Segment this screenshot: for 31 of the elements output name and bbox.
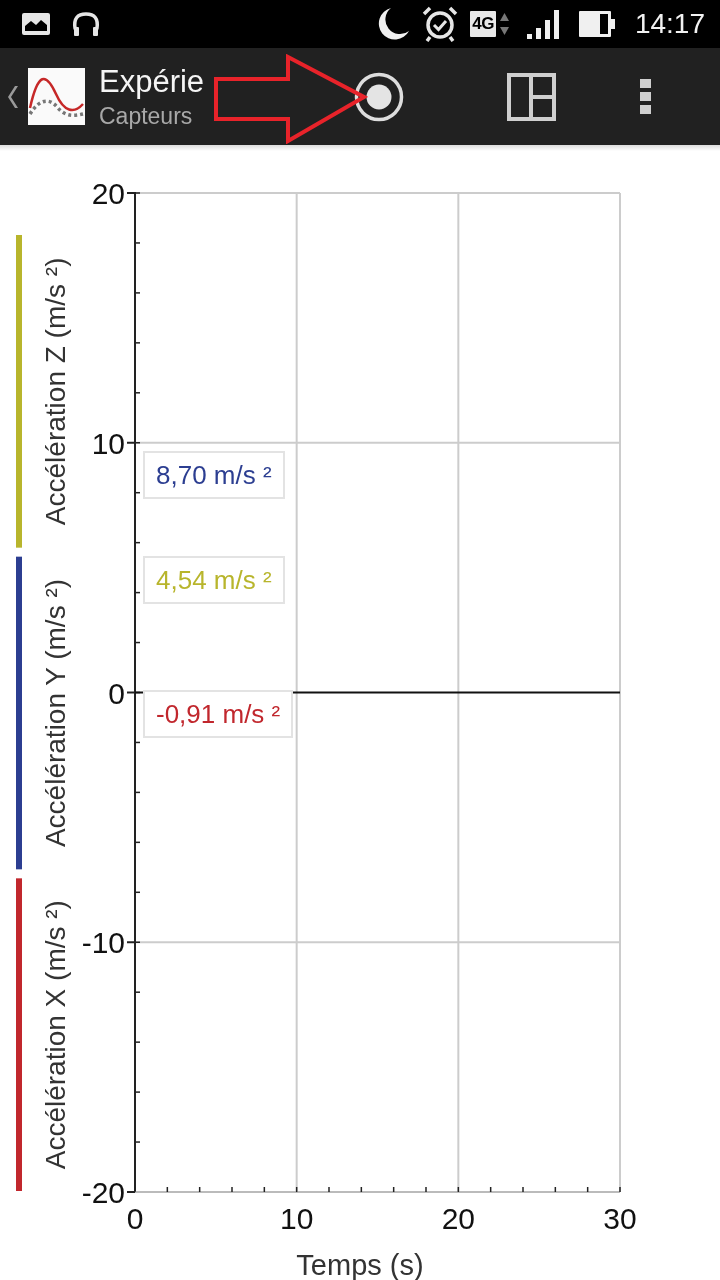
- value-readout: -0,91 m/s ²: [143, 690, 294, 738]
- record-icon: [354, 71, 404, 122]
- axis-tick-label: 10: [91, 426, 125, 460]
- experiment-subtitle: Capteurs: [99, 101, 193, 131]
- chevron-left-icon[interactable]: [8, 84, 20, 109]
- axis-tick-label: 0: [108, 676, 125, 710]
- data-arrows-icon: [499, 11, 509, 37]
- alarm-icon: [422, 6, 459, 42]
- experiment-title: Expérie: [99, 62, 205, 101]
- y-axis-title: Accélération Z (m/s ²): [40, 257, 71, 526]
- value-readout: 8,70 m/s ²: [143, 451, 285, 499]
- axis-tick-label: 10: [280, 1202, 314, 1235]
- signal-icon: [526, 9, 561, 39]
- axis-tick-label: 20: [91, 177, 125, 210]
- y-axis-title: Accélération Y (m/s ²): [40, 578, 71, 848]
- axis-tick-label: 30: [603, 1202, 637, 1235]
- axis-tick-label: 0: [126, 1202, 144, 1235]
- y-axis-title: Accélération X (m/s ²): [40, 900, 71, 1170]
- battery-icon: [578, 11, 615, 37]
- moon-icon: [377, 7, 411, 41]
- more-vertical-icon: [639, 79, 651, 114]
- wave-graph-icon[interactable]: [28, 68, 85, 125]
- network-type-badge: 4G: [470, 11, 496, 37]
- grid-layout-icon: [506, 72, 556, 121]
- headphones-icon: [72, 11, 100, 37]
- axis-tick-label: -10: [81, 926, 125, 960]
- axis-tick-label: 20: [441, 1202, 475, 1235]
- value-readout: 4,54 m/s ²: [143, 556, 285, 604]
- image-icon: [22, 13, 50, 35]
- status-time: 14:17: [634, 8, 705, 40]
- axis-tick-label: -20: [81, 1176, 125, 1209]
